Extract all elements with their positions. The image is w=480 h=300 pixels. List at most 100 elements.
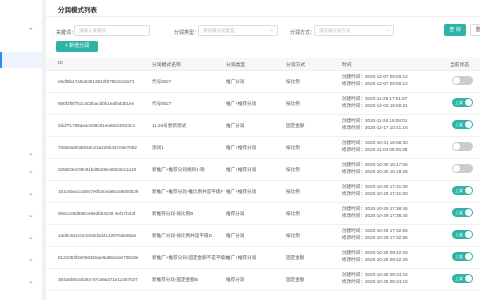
search-button[interactable]: 查 询 bbox=[444, 24, 466, 36]
cell-id: 0dd7f1798aa4ce89c81ea68cb0533c4 bbox=[58, 123, 135, 128]
cell-mode: 固定金额 bbox=[286, 123, 305, 128]
th-mode: 分润方式 bbox=[286, 63, 306, 68]
updated-time: 修改时间：2020-10-29 09:42:28 bbox=[342, 256, 408, 262]
page-title: 分润模式列表 bbox=[58, 7, 97, 14]
cell-time: 创建时间：2020-11-26 15:08:01 修改时间：2020-12-17 … bbox=[342, 118, 408, 131]
th-type: 分润类型 bbox=[226, 63, 246, 68]
cell-id: e5df8b47a0a04913842f87861b18a71 bbox=[58, 79, 135, 84]
cell-time: 创建时间：2020-10-29 17:36:45 修改时间：2020-10-29 … bbox=[342, 206, 408, 219]
status-toggle[interactable] bbox=[452, 142, 473, 151]
table-row: 680f2f8f7b1c403bacd0b1eaf0dd01ee 代号8027 … bbox=[46, 93, 480, 115]
cell-time: 创建时间：2020-10-29 17:32:55 修改时间：2020-10-29 … bbox=[342, 228, 408, 241]
table-row: 1a0bc64cc0c3430d2d4142876de86ae 新推广分润-按比… bbox=[46, 225, 480, 247]
table-row: 384a5b6ca0384 97ca9a471e11467037 新推荐分润-固… bbox=[46, 269, 480, 291]
cell-mode: 按比例 bbox=[286, 101, 300, 106]
cell-mode: 固定金额 bbox=[286, 255, 305, 260]
status-toggle[interactable]: 上架 bbox=[452, 120, 473, 129]
table-row: 151c6bacca3947e0b3cea86ca8800529 新推广+推荐分… bbox=[46, 181, 480, 203]
toggle-knob bbox=[465, 99, 472, 106]
toggle-knob bbox=[465, 209, 472, 216]
cell-type: 推广+推荐分润 bbox=[226, 255, 257, 260]
reset-button[interactable]: 重 bbox=[470, 24, 480, 36]
cell-name: 测试1 bbox=[152, 145, 164, 150]
cell-mode: 固定金额 bbox=[286, 277, 305, 282]
toggle-knob bbox=[453, 165, 460, 172]
cell-type: 推荐分润 bbox=[226, 277, 245, 282]
updated-time: 修改时间：2020-10-29 09:24:16 bbox=[342, 278, 408, 284]
divider bbox=[46, 16, 480, 17]
updated-time: 修改时间：2020-12-03 16:56:21 bbox=[342, 102, 408, 108]
chevron-down-icon[interactable]: ⌄ bbox=[28, 212, 34, 219]
status-toggle[interactable]: 上架 bbox=[452, 186, 473, 195]
chevron-down-icon[interactable]: ⌄ bbox=[28, 190, 34, 197]
toggle-knob bbox=[465, 253, 472, 260]
status-toggle[interactable]: 上架 bbox=[452, 98, 473, 107]
keyword-input[interactable]: 请输入关键词 bbox=[74, 25, 150, 36]
table-row: e5df8b47a0a04913842f87861b18a71 代号8027 推… bbox=[46, 71, 480, 93]
created-time: 创建时间：2020-10-29 09:42:28 bbox=[342, 250, 408, 255]
keyword-placeholder: 请输入关键词 bbox=[79, 28, 106, 33]
cell-mode: 按比例 bbox=[286, 211, 300, 216]
cell-type: 推广分润 bbox=[226, 123, 245, 128]
cell-type: 推广+推荐分润 bbox=[226, 189, 257, 194]
updated-time: 修改时间：2020-10-29 17:36:45 bbox=[342, 212, 408, 218]
status-toggle[interactable] bbox=[452, 76, 473, 85]
cell-id: 384a5b6ca0384 97ca9a471e11467037 bbox=[58, 277, 138, 282]
cell-id: 8121053f3e0564b5ae8a862ede70618e bbox=[58, 255, 139, 260]
cell-name: 新推荐分润-按比例B bbox=[152, 211, 194, 216]
updated-time: 修改时间：2020-12-07 09:50:12 bbox=[342, 80, 408, 86]
toggle-label: 上架 bbox=[455, 122, 463, 127]
table-row: 025603ec09c84bd9b29ec86b3e11a18 新推广+推荐分润… bbox=[46, 159, 480, 181]
created-time: 创建时间：2020-10-29 17:32:55 bbox=[342, 228, 408, 233]
updated-time: 修改时间：2020-12-17 10:41:16 bbox=[342, 124, 408, 130]
add-profit-mode-button[interactable]: + 新增分润 bbox=[56, 41, 98, 52]
cell-name: 代号8027 bbox=[152, 79, 172, 84]
cell-name: 代号8027 bbox=[152, 101, 172, 106]
sidebar-item-active[interactable] bbox=[0, 52, 42, 68]
cell-mode: 按比例 bbox=[286, 189, 300, 194]
cell-id: 1a0bc64cc0c3430d2d4142876de86ae bbox=[58, 233, 137, 238]
cell-id: 025603ec09c84bd9b29ec86b3e11a18 bbox=[58, 167, 137, 172]
toggle-label: 上架 bbox=[455, 210, 463, 215]
type-placeholder: 请选择分润类型 bbox=[203, 28, 235, 33]
chevron-down-icon[interactable]: ⌄ bbox=[28, 234, 34, 241]
chevron-down-icon[interactable]: ⌄ bbox=[28, 278, 34, 285]
mode-select[interactable]: 请选择分润方式 ⌄ bbox=[314, 25, 394, 36]
mode-placeholder: 请选择分润方式 bbox=[319, 28, 351, 33]
cell-name: 新推广分润-按比例并是平级D bbox=[152, 233, 212, 238]
status-toggle[interactable]: 上架 bbox=[452, 274, 473, 283]
table-row: 0dd7f1798aa4ce89c81ea68cb0533c4 11.26号更新… bbox=[46, 115, 480, 137]
sidebar: ⌃ ⌄ ⌄ ⌄ ⌄ ⌄ ⌄ ⌄ bbox=[0, 0, 43, 300]
chevron-down-icon[interactable]: ⌄ bbox=[28, 168, 34, 175]
mode-label: 分润方式： bbox=[290, 30, 316, 36]
status-toggle[interactable]: 上架 bbox=[452, 230, 473, 239]
chevron-down-icon[interactable]: ⌄ bbox=[28, 150, 34, 157]
cell-mode: 按比例 bbox=[286, 233, 300, 238]
cell-id: 680f2f8f7b1c403bacd0b1eaf0dd01ee bbox=[58, 101, 135, 106]
toggle-label: 上架 bbox=[455, 276, 463, 281]
th-name: 分润模式名称 bbox=[152, 63, 181, 68]
chevron-down-icon: ⌄ bbox=[385, 27, 390, 33]
cell-mode: 按比例 bbox=[286, 145, 300, 150]
status-toggle[interactable]: 上架 bbox=[452, 208, 473, 217]
chevron-up-icon[interactable]: ⌃ bbox=[28, 28, 34, 35]
status-toggle[interactable]: 上架 bbox=[452, 252, 473, 261]
toggle-label: 上架 bbox=[455, 100, 463, 105]
toggle-label: 上架 bbox=[455, 188, 463, 193]
type-select[interactable]: 请选择分润类型 ⌄ bbox=[198, 25, 278, 36]
cell-time: 创建时间：2020-11-26 17:01:57 修改时间：2020-12-03 … bbox=[342, 96, 408, 109]
cell-type: 推广分润 bbox=[226, 233, 245, 238]
toggle-knob bbox=[465, 187, 472, 194]
chevron-down-icon[interactable]: ⌄ bbox=[28, 256, 34, 263]
main-panel: 分润模式列表 关键词： 请输入关键词 分润类型： 请选择分润类型 ⌄ 分润方式：… bbox=[46, 0, 480, 300]
updated-time: 修改时间：2020-11-04 09:06:38 bbox=[342, 146, 408, 152]
toggle-knob bbox=[465, 231, 472, 238]
created-time: 创建时间：2020-11-26 15:08:01 bbox=[342, 118, 408, 123]
created-time: 创建时间：2020-10-29 17:41:08 bbox=[342, 184, 408, 189]
cell-name: 新推广+推荐分润-推比例并是平级F bbox=[152, 189, 224, 194]
table-row: 966cce8d695c48edbb4228 4ef17b43f 新推荐分润-按… bbox=[46, 203, 480, 225]
status-toggle[interactable] bbox=[452, 164, 473, 173]
toggle-knob bbox=[465, 275, 472, 282]
cell-name: 新推广+推荐分润-固定金额不是平级C bbox=[152, 255, 229, 260]
table-header: ID 分润模式名称 分润类型 分润方式 时间 当前状态 bbox=[46, 58, 480, 71]
